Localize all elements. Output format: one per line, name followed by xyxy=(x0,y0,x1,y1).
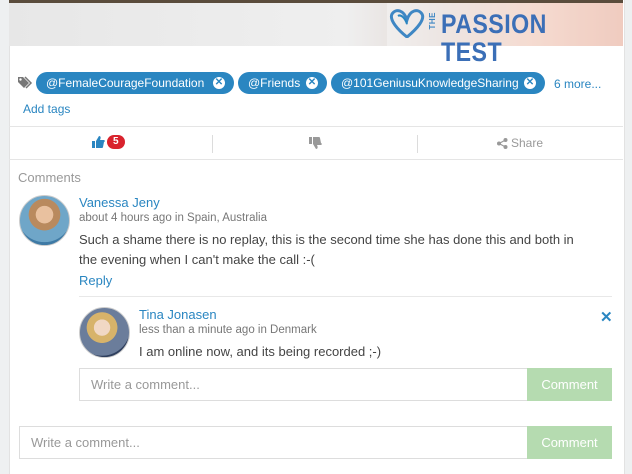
post-comment-input[interactable]: Write a comment... xyxy=(19,426,528,459)
comment-text: Such a shame there is no replay, this is… xyxy=(79,230,574,270)
delete-comment-icon[interactable]: ✕ xyxy=(600,308,613,326)
reply-comment-input[interactable]: Write a comment... xyxy=(79,368,528,401)
comment-meta: less than a minute ago in Denmark xyxy=(139,324,317,336)
comment-text: I am online now, and its being recorded … xyxy=(139,344,382,359)
remove-tag-icon[interactable]: ✕ xyxy=(213,77,225,89)
tag-label: @Friends xyxy=(248,76,301,90)
avatar[interactable] xyxy=(19,195,70,246)
remove-tag-icon[interactable]: ✕ xyxy=(306,77,318,89)
share-button[interactable]: Share xyxy=(497,136,543,150)
reply-link[interactable]: Reply xyxy=(79,273,112,288)
thumbs-up-icon[interactable] xyxy=(92,136,105,148)
comment-text-line: Such a shame there is no replay, this is… xyxy=(79,232,574,247)
tag-chip[interactable]: @FemaleCourageFoundation ✕ xyxy=(36,72,234,94)
more-tags-link[interactable]: 6 more... xyxy=(554,77,601,91)
post-comment-button[interactable]: Comment xyxy=(527,426,612,459)
action-divider xyxy=(417,135,418,153)
tag-label: @101GeniusuKnowledgeSharing xyxy=(341,76,519,90)
comment-author[interactable]: Vanessa Jeny xyxy=(79,195,160,210)
add-tags-link[interactable]: Add tags xyxy=(23,102,70,116)
tag-label: @FemaleCourageFoundation xyxy=(46,76,205,90)
avatar[interactable] xyxy=(79,307,130,358)
comment-text-line: the evening when I can't make the call :… xyxy=(79,252,315,267)
comments-heading: Comments xyxy=(18,170,81,185)
comment-meta: about 4 hours ago in Spain, Australia xyxy=(79,212,267,224)
post-action-bar: 5 Share xyxy=(9,126,623,160)
logo-word: PASSION TEST xyxy=(441,9,547,67)
share-label: Share xyxy=(511,136,544,150)
comment-author[interactable]: Tina Jonasen xyxy=(139,307,217,322)
like-count-badge: 5 xyxy=(107,135,125,149)
comment-divider xyxy=(79,296,612,297)
thumbs-down-icon[interactable] xyxy=(309,137,322,149)
tag-chip[interactable]: @101GeniusuKnowledgeSharing ✕ xyxy=(331,72,545,94)
reply-comment-button[interactable]: Comment xyxy=(527,368,612,401)
share-icon xyxy=(497,138,508,149)
remove-tag-icon[interactable]: ✕ xyxy=(524,77,536,89)
action-divider xyxy=(212,135,213,153)
heart-logo-icon xyxy=(389,9,425,38)
tag-chip[interactable]: @Friends ✕ xyxy=(238,72,327,94)
logo-word-small: THE xyxy=(428,12,437,30)
tag-icon xyxy=(18,76,33,89)
